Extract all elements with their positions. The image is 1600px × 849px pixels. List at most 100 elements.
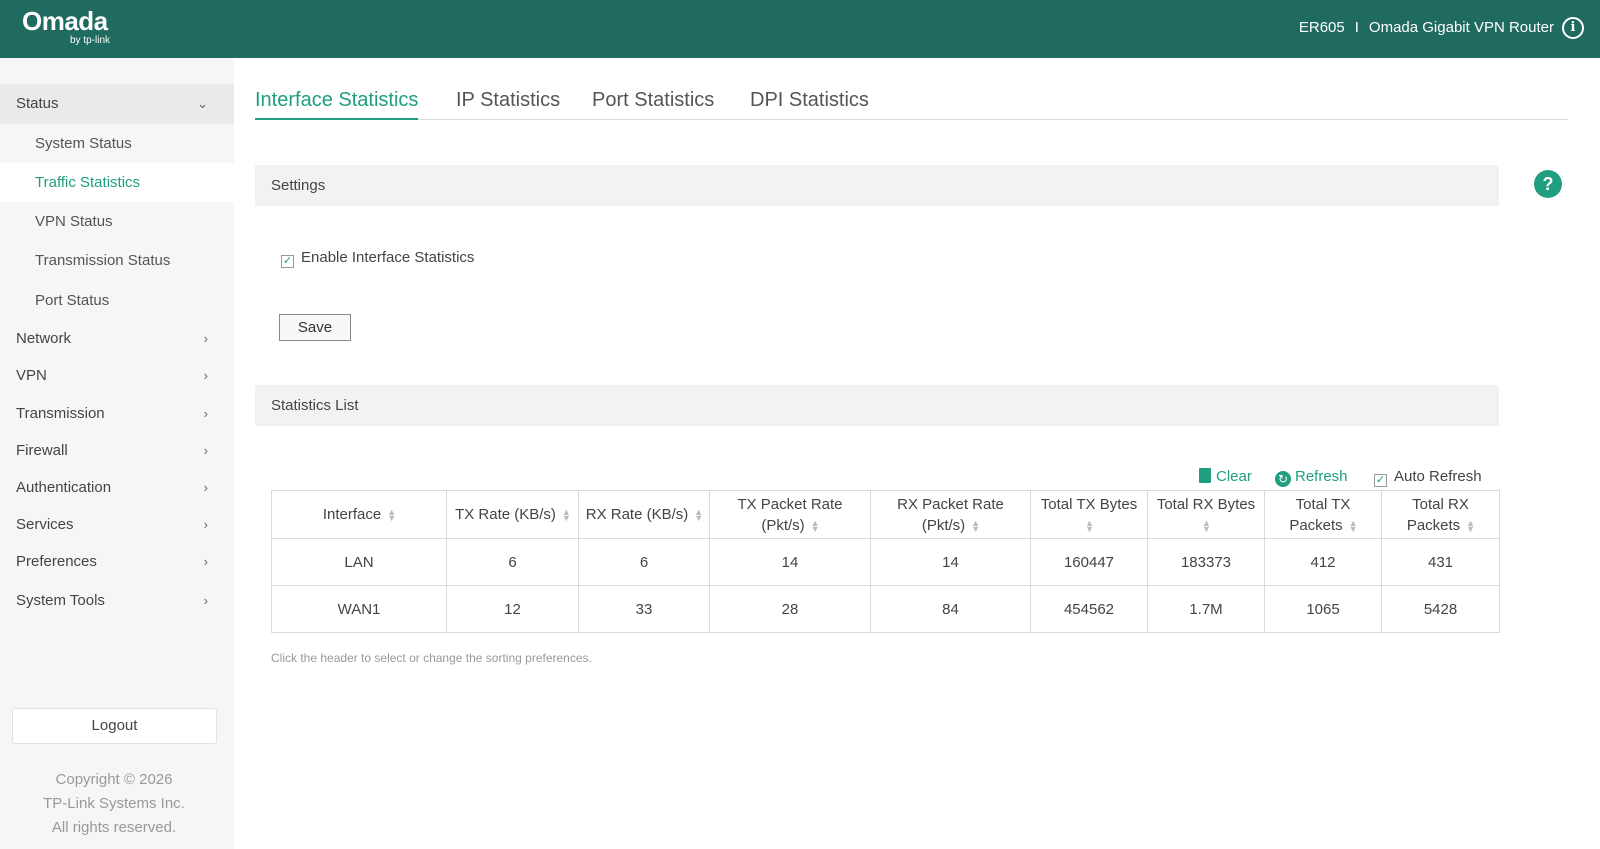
chevron-down-icon: ⌄ [197, 96, 208, 111]
table-cell: 33 [578, 585, 710, 633]
save-button[interactable]: Save [279, 314, 351, 341]
settings-section-header: Settings [255, 165, 1499, 206]
table-cell: 183373 [1147, 538, 1265, 586]
column-header-label: Packets [1406, 516, 1461, 534]
chevron-right-icon: › [203, 406, 208, 421]
top-header: Omada by tp-link ER605 I Omada Gigabit VPN… [0, 0, 1600, 58]
column-header-tx-packet-rate[interactable]: TX Packet Rate (Pkt/s) ▲ ▼ [709, 490, 871, 539]
enable-interface-statistics-row: ✓ Enable Interface Statistics [281, 248, 474, 268]
enable-interface-statistics-label[interactable]: Enable Interface Statistics [301, 249, 474, 266]
table-cell: 84 [870, 585, 1031, 633]
table-cell: 6 [578, 538, 710, 586]
sort-icon[interactable]: ▲ ▼ [1085, 518, 1094, 533]
sidebar-item-traffic-statistics[interactable]: Traffic Statistics [0, 163, 234, 202]
sidebar-group-label: Status [16, 95, 59, 112]
sidebar: Status ⌄ System Status Traffic Statistic… [0, 58, 234, 849]
sidebar-group-firewall[interactable]: Firewall › [0, 432, 234, 470]
column-header-interface[interactable]: Interface ▲ ▼ [271, 490, 447, 539]
clear-label: Clear [1216, 468, 1252, 485]
interface-statistics-table: Interface ▲ ▼ TX Rate (KB/s) ▲ ▼ RX Rate (KB… [271, 490, 1500, 633]
chevron-right-icon: › [203, 480, 208, 495]
column-header-total-tx-packets[interactable]: Total TX Packets ▲ ▼ [1264, 490, 1382, 539]
logo-sub-text: by tp-link [70, 35, 111, 46]
sidebar-item-transmission-status[interactable]: Transmission Status [0, 241, 234, 280]
sidebar-group-status[interactable]: Status ⌄ [0, 84, 234, 124]
sidebar-group-label: Transmission [16, 405, 105, 422]
auto-refresh-label[interactable]: Auto Refresh [1394, 468, 1482, 485]
chevron-right-icon: › [203, 443, 208, 458]
sorting-hint-text: Click the header to select or change the… [271, 651, 592, 665]
help-icon[interactable]: ? [1534, 170, 1562, 198]
tab-dpi-statistics[interactable]: DPI Statistics [750, 84, 869, 120]
refresh-label: Refresh [1295, 468, 1348, 485]
tab-ip-statistics[interactable]: IP Statistics [456, 84, 560, 120]
column-header-tx-rate[interactable]: TX Rate (KB/s) ▲ ▼ [446, 490, 579, 539]
column-header-label: Total RX [1412, 495, 1469, 513]
sidebar-group-services[interactable]: Services › [0, 506, 234, 544]
sort-icon[interactable]: ▲ ▼ [971, 518, 980, 533]
chevron-right-icon: › [203, 331, 208, 346]
clear-button[interactable]: Clear [1199, 466, 1252, 488]
column-header-rx-packet-rate[interactable]: RX Packet Rate (Pkt/s) ▲ ▼ [870, 490, 1031, 539]
logout-button[interactable]: Logout [12, 708, 217, 744]
device-separator: I [1354, 19, 1359, 36]
table-cell: 160447 [1030, 538, 1148, 586]
sidebar-item-port-status[interactable]: Port Status [0, 281, 234, 320]
sidebar-item-system-status[interactable]: System Status [0, 124, 234, 163]
table-cell: LAN [271, 538, 447, 586]
info-icon[interactable]: i [1562, 17, 1584, 39]
tab-port-statistics[interactable]: Port Statistics [592, 84, 714, 120]
device-info: ER605 I Omada Gigabit VPN Router [1299, 19, 1554, 36]
copyright-line: All rights reserved. [51, 819, 177, 836]
sort-icon[interactable]: ▲ ▼ [387, 508, 396, 523]
copyright-text: Copyright © 2026 TP-Link Systems Inc. Al… [0, 768, 228, 840]
table-cell: 14 [709, 538, 871, 586]
column-header-label: TX Packet Rate [737, 495, 843, 513]
column-header-total-rx-bytes[interactable]: Total RX Bytes ▲ ▼ [1147, 490, 1265, 539]
chevron-right-icon: › [203, 554, 208, 569]
column-header-total-rx-packets[interactable]: Total RX Packets ▲ ▼ [1381, 490, 1500, 539]
sidebar-group-system-tools[interactable]: System Tools › [0, 582, 234, 620]
table-cell: 431 [1381, 538, 1500, 586]
device-model: ER605 [1298, 19, 1345, 36]
table-cell: WAN1 [271, 585, 447, 633]
chevron-right-icon: › [203, 517, 208, 532]
column-header-label: Packets [1289, 516, 1343, 534]
column-header-label: Interface [322, 506, 382, 523]
column-header-label: RX Packet Rate [897, 495, 1004, 513]
sort-icon[interactable]: ▲ ▼ [811, 518, 820, 533]
table-row: LAN 6 6 14 14 160447 183373 412 431 [271, 538, 1500, 586]
sort-icon[interactable]: ▲ ▼ [694, 508, 703, 523]
column-header-label: (Pkt/s) [921, 516, 966, 534]
sidebar-group-network[interactable]: Network › [0, 320, 234, 358]
auto-refresh-checkbox[interactable]: ✓ [1374, 474, 1387, 487]
column-header-rx-rate[interactable]: RX Rate (KB/s) ▲ ▼ [578, 490, 710, 539]
sidebar-group-vpn[interactable]: VPN › [0, 357, 234, 395]
omada-logo[interactable]: Omada by tp-link [22, 7, 110, 46]
sort-icon[interactable]: ▲ ▼ [1466, 518, 1475, 533]
sort-icon[interactable]: ▲ ▼ [1202, 518, 1211, 533]
table-cell: 6 [446, 538, 579, 586]
enable-interface-statistics-checkbox[interactable]: ✓ [281, 255, 294, 268]
refresh-icon: ↻ [1275, 471, 1291, 487]
column-header-label: Total TX [1295, 495, 1351, 513]
sort-icon[interactable]: ▲ ▼ [1349, 518, 1358, 533]
table-cell: 5428 [1381, 585, 1500, 633]
table-cell: 454562 [1030, 585, 1148, 633]
auto-refresh-row: ✓ Auto Refresh [1374, 466, 1482, 488]
column-header-label: TX Rate (KB/s) [455, 506, 556, 523]
sidebar-group-transmission[interactable]: Transmission › [0, 395, 234, 433]
sidebar-group-label: Preferences [16, 553, 97, 570]
sidebar-group-label: Services [16, 516, 74, 533]
sidebar-item-vpn-status[interactable]: VPN Status [0, 202, 234, 241]
sort-icon[interactable]: ▲ ▼ [562, 508, 571, 523]
tab-interface-statistics[interactable]: Interface Statistics [255, 84, 419, 120]
table-header-row: Interface ▲ ▼ TX Rate (KB/s) ▲ ▼ RX Rate (KB… [271, 490, 1500, 539]
column-header-total-tx-bytes[interactable]: Total TX Bytes ▲ ▼ [1030, 490, 1148, 539]
sidebar-group-authentication[interactable]: Authentication › [0, 469, 234, 507]
table-cell: 14 [870, 538, 1031, 586]
sidebar-group-label: Authentication [16, 479, 112, 496]
refresh-button[interactable]: ↻ Refresh [1275, 466, 1348, 488]
column-header-label: Total RX Bytes [1156, 495, 1256, 513]
sidebar-group-preferences[interactable]: Preferences › [0, 543, 234, 581]
